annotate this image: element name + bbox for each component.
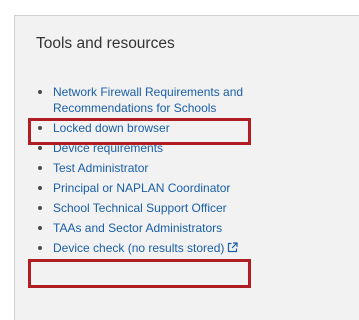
list-item: Device check (no results stored) (37, 240, 243, 257)
list-item: Locked down browser (37, 120, 243, 136)
list-item: Device requirements (37, 140, 243, 156)
device-requirements-link[interactable]: Device requirements (53, 141, 163, 155)
list-item: School Technical Support Officer (37, 200, 243, 216)
school-technical-support-officer-link[interactable]: School Technical Support Officer (53, 201, 227, 215)
resource-links-list: Network Firewall Requirements and Recomme… (37, 84, 243, 261)
principal-naplan-coordinator-link[interactable]: Principal or NAPLAN Coordinator (53, 181, 230, 195)
tools-resources-panel: Tools and resources Network Firewall Req… (14, 15, 359, 320)
list-item: Network Firewall Requirements and Recomme… (37, 84, 243, 116)
external-link-icon (227, 241, 239, 257)
locked-down-browser-link[interactable]: Locked down browser (53, 121, 170, 135)
panel-title: Tools and resources (36, 35, 175, 52)
list-item: Principal or NAPLAN Coordinator (37, 180, 243, 196)
list-item: TAAs and Sector Administrators (37, 220, 243, 236)
network-firewall-link[interactable]: Network Firewall Requirements and Recomme… (53, 85, 243, 115)
taas-sector-administrators-link[interactable]: TAAs and Sector Administrators (53, 221, 222, 235)
list-item: Test Administrator (37, 160, 243, 176)
device-check-link[interactable]: Device check (no results stored) (53, 241, 239, 257)
test-administrator-link[interactable]: Test Administrator (53, 161, 148, 175)
